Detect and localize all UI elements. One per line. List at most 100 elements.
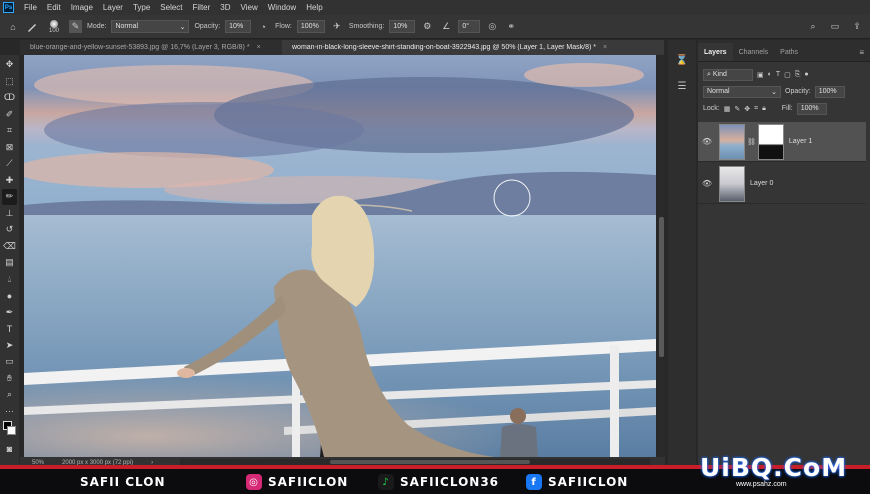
eraser-tool-icon[interactable]: ⌫ [2,239,17,255]
background-color-swatch[interactable] [7,426,16,435]
angle-field[interactable]: 0° [458,20,481,33]
brush-tool-icon[interactable] [25,20,39,34]
menu-help[interactable]: Help [301,3,327,12]
rectangle-tool-icon[interactable]: ▭ [2,354,17,370]
menu-view[interactable]: View [236,3,263,12]
tab-sunset-document[interactable]: blue-orange-and-yellow-sunset-53893.jpg … [20,40,282,55]
layer-thumbnail [719,123,745,160]
visibility-eye-icon[interactable]: 👁︎ [698,179,716,188]
lasso-tool-icon[interactable]: ↀ [2,90,17,106]
history-panel-icon[interactable]: ⌛ [674,52,690,68]
airbrush-icon[interactable]: ✈ [330,20,344,34]
tab-label: woman-in-black-long-sleeve-shirt-standin… [292,44,596,51]
workspace-icon[interactable]: ▭ [828,19,842,33]
pressure-size-icon[interactable]: ◎ [485,20,499,34]
menu-layer[interactable]: Layer [98,3,128,12]
quick-selection-tool-icon[interactable]: ✐ [2,107,17,123]
pressure-opacity-icon[interactable]: ◔ [256,20,270,34]
healing-brush-tool-icon[interactable]: ✚ [2,173,17,189]
layer-opacity-field[interactable]: 100% [814,85,845,98]
layer-mask-thumbnail[interactable] [757,123,784,160]
layer-name[interactable]: Layer 1 [789,138,812,145]
symmetry-icon[interactable]: ⚭ [504,20,518,34]
layer-row-layer-0[interactable]: 👁︎ Layer 0 [698,164,866,204]
menu-type[interactable]: Type [128,3,155,12]
blur-tool-icon[interactable]: 💧︎ [2,272,17,288]
lock-transparent-icon[interactable]: ▦ [724,105,731,113]
layer-row-layer-1[interactable]: 👁︎ ⛓︎ Layer 1 [698,122,866,162]
tab-paths[interactable]: Paths [774,43,804,61]
horizontal-scroll-thumb[interactable] [330,460,530,464]
banner-instagram: ◎ SAFIICLON [246,471,348,493]
tab-channels[interactable]: Channels [733,43,775,61]
frame-tool-icon[interactable]: ⊠ [2,140,17,156]
history-brush-tool-icon[interactable]: ↺ [2,222,17,238]
filter-type-icon[interactable]: T [776,71,780,78]
menu-edit[interactable]: Edit [42,3,66,12]
properties-panel-icon[interactable]: ☰ [674,78,690,94]
menu-image[interactable]: Image [66,3,98,12]
woman-hand [177,368,195,378]
tab-layers[interactable]: Layers [698,43,733,61]
menu-window[interactable]: Window [263,3,301,12]
gradient-tool-icon[interactable]: ▤ [2,255,17,271]
color-swatches[interactable] [2,420,17,440]
menu-filter[interactable]: Filter [188,3,216,12]
search-icon[interactable]: ⌕ [806,19,820,33]
brush-tool-icon[interactable]: ✏ [2,189,17,205]
path-selection-tool-icon[interactable]: ➤ [2,338,17,354]
zoom-tool-icon[interactable]: ⌕ [2,387,17,403]
crop-tool-icon[interactable]: ⌗ [2,123,17,139]
collapsed-panels: ⌛ ☰ [668,40,696,465]
opacity-field[interactable]: 10% [225,20,252,33]
lock-artboard-icon[interactable]: ⌗ [754,105,758,113]
panel-menu-icon[interactable]: ≡ [859,43,864,61]
filter-adjustment-icon[interactable]: ◐ [768,71,772,78]
quick-mask-icon[interactable]: ◙ [2,441,17,457]
kind-filter-dropdown[interactable]: ⌕ Kind [703,68,753,81]
pen-tool-icon[interactable]: ✒ [2,305,17,321]
marquee-tool-icon[interactable]: ⬚ [2,74,17,90]
visibility-eye-icon[interactable]: 👁︎ [698,137,716,146]
menu-select[interactable]: Select [155,3,187,12]
dodge-tool-icon[interactable]: ● [2,288,17,304]
home-icon[interactable]: ⌂ [6,20,20,34]
man-head [510,408,526,424]
brush-settings-icon[interactable]: ✎ [69,20,82,33]
opacity-label: Opacity: [785,88,811,95]
chevron-down-icon: ⌄ [771,88,777,96]
flow-field[interactable]: 100% [296,20,325,33]
mode-dropdown[interactable]: Normal ⌄ [111,20,190,33]
filter-shape-icon[interactable]: ▢ [784,71,791,79]
type-tool-icon[interactable]: T [2,321,17,337]
fill-field[interactable]: 100% [796,102,827,115]
lock-position-icon[interactable]: ✥ [744,105,750,113]
menu-file[interactable]: File [19,3,42,12]
hand-tool-icon[interactable]: ✋︎ [2,371,17,387]
gear-icon[interactable]: ⚙ [420,20,434,34]
smoothing-field[interactable]: 10% [389,20,416,33]
move-tool-icon[interactable]: ✥ [2,57,17,73]
tab-woman-document[interactable]: woman-in-black-long-sleeve-shirt-standin… [282,40,664,55]
eyedropper-tool-icon[interactable]: ⟋ [2,156,17,172]
share-icon[interactable]: ⇪ [850,19,864,33]
vertical-scrollbar[interactable] [658,55,665,457]
more-tools-icon[interactable]: ··· [2,404,17,420]
menu-3d[interactable]: 3D [215,3,235,12]
close-icon[interactable]: × [257,44,261,51]
clone-stamp-tool-icon[interactable]: ⊥ [2,206,17,222]
close-icon[interactable]: × [603,44,607,51]
instagram-icon: ◎ [246,474,262,490]
vertical-scroll-thumb[interactable] [659,217,664,357]
filter-smart-object-icon[interactable]: ⎘ [795,71,801,79]
menu-bar: Ps File Edit Image Layer Type Select Fil… [0,0,870,15]
lock-image-icon[interactable]: ✎ [734,105,740,113]
document-canvas[interactable] [24,55,656,457]
layer-name[interactable]: Layer 0 [750,180,773,187]
filter-pixel-icon[interactable]: ▣ [757,71,764,79]
chain-link-icon[interactable]: ⛓︎ [747,138,756,146]
brush-preset-picker[interactable]: 100 [44,19,64,34]
lock-all-icon[interactable]: 🔒︎ [762,105,766,113]
filter-toggle-icon[interactable]: ● [804,71,808,78]
blend-mode-dropdown[interactable]: Normal ⌄ [703,85,781,98]
